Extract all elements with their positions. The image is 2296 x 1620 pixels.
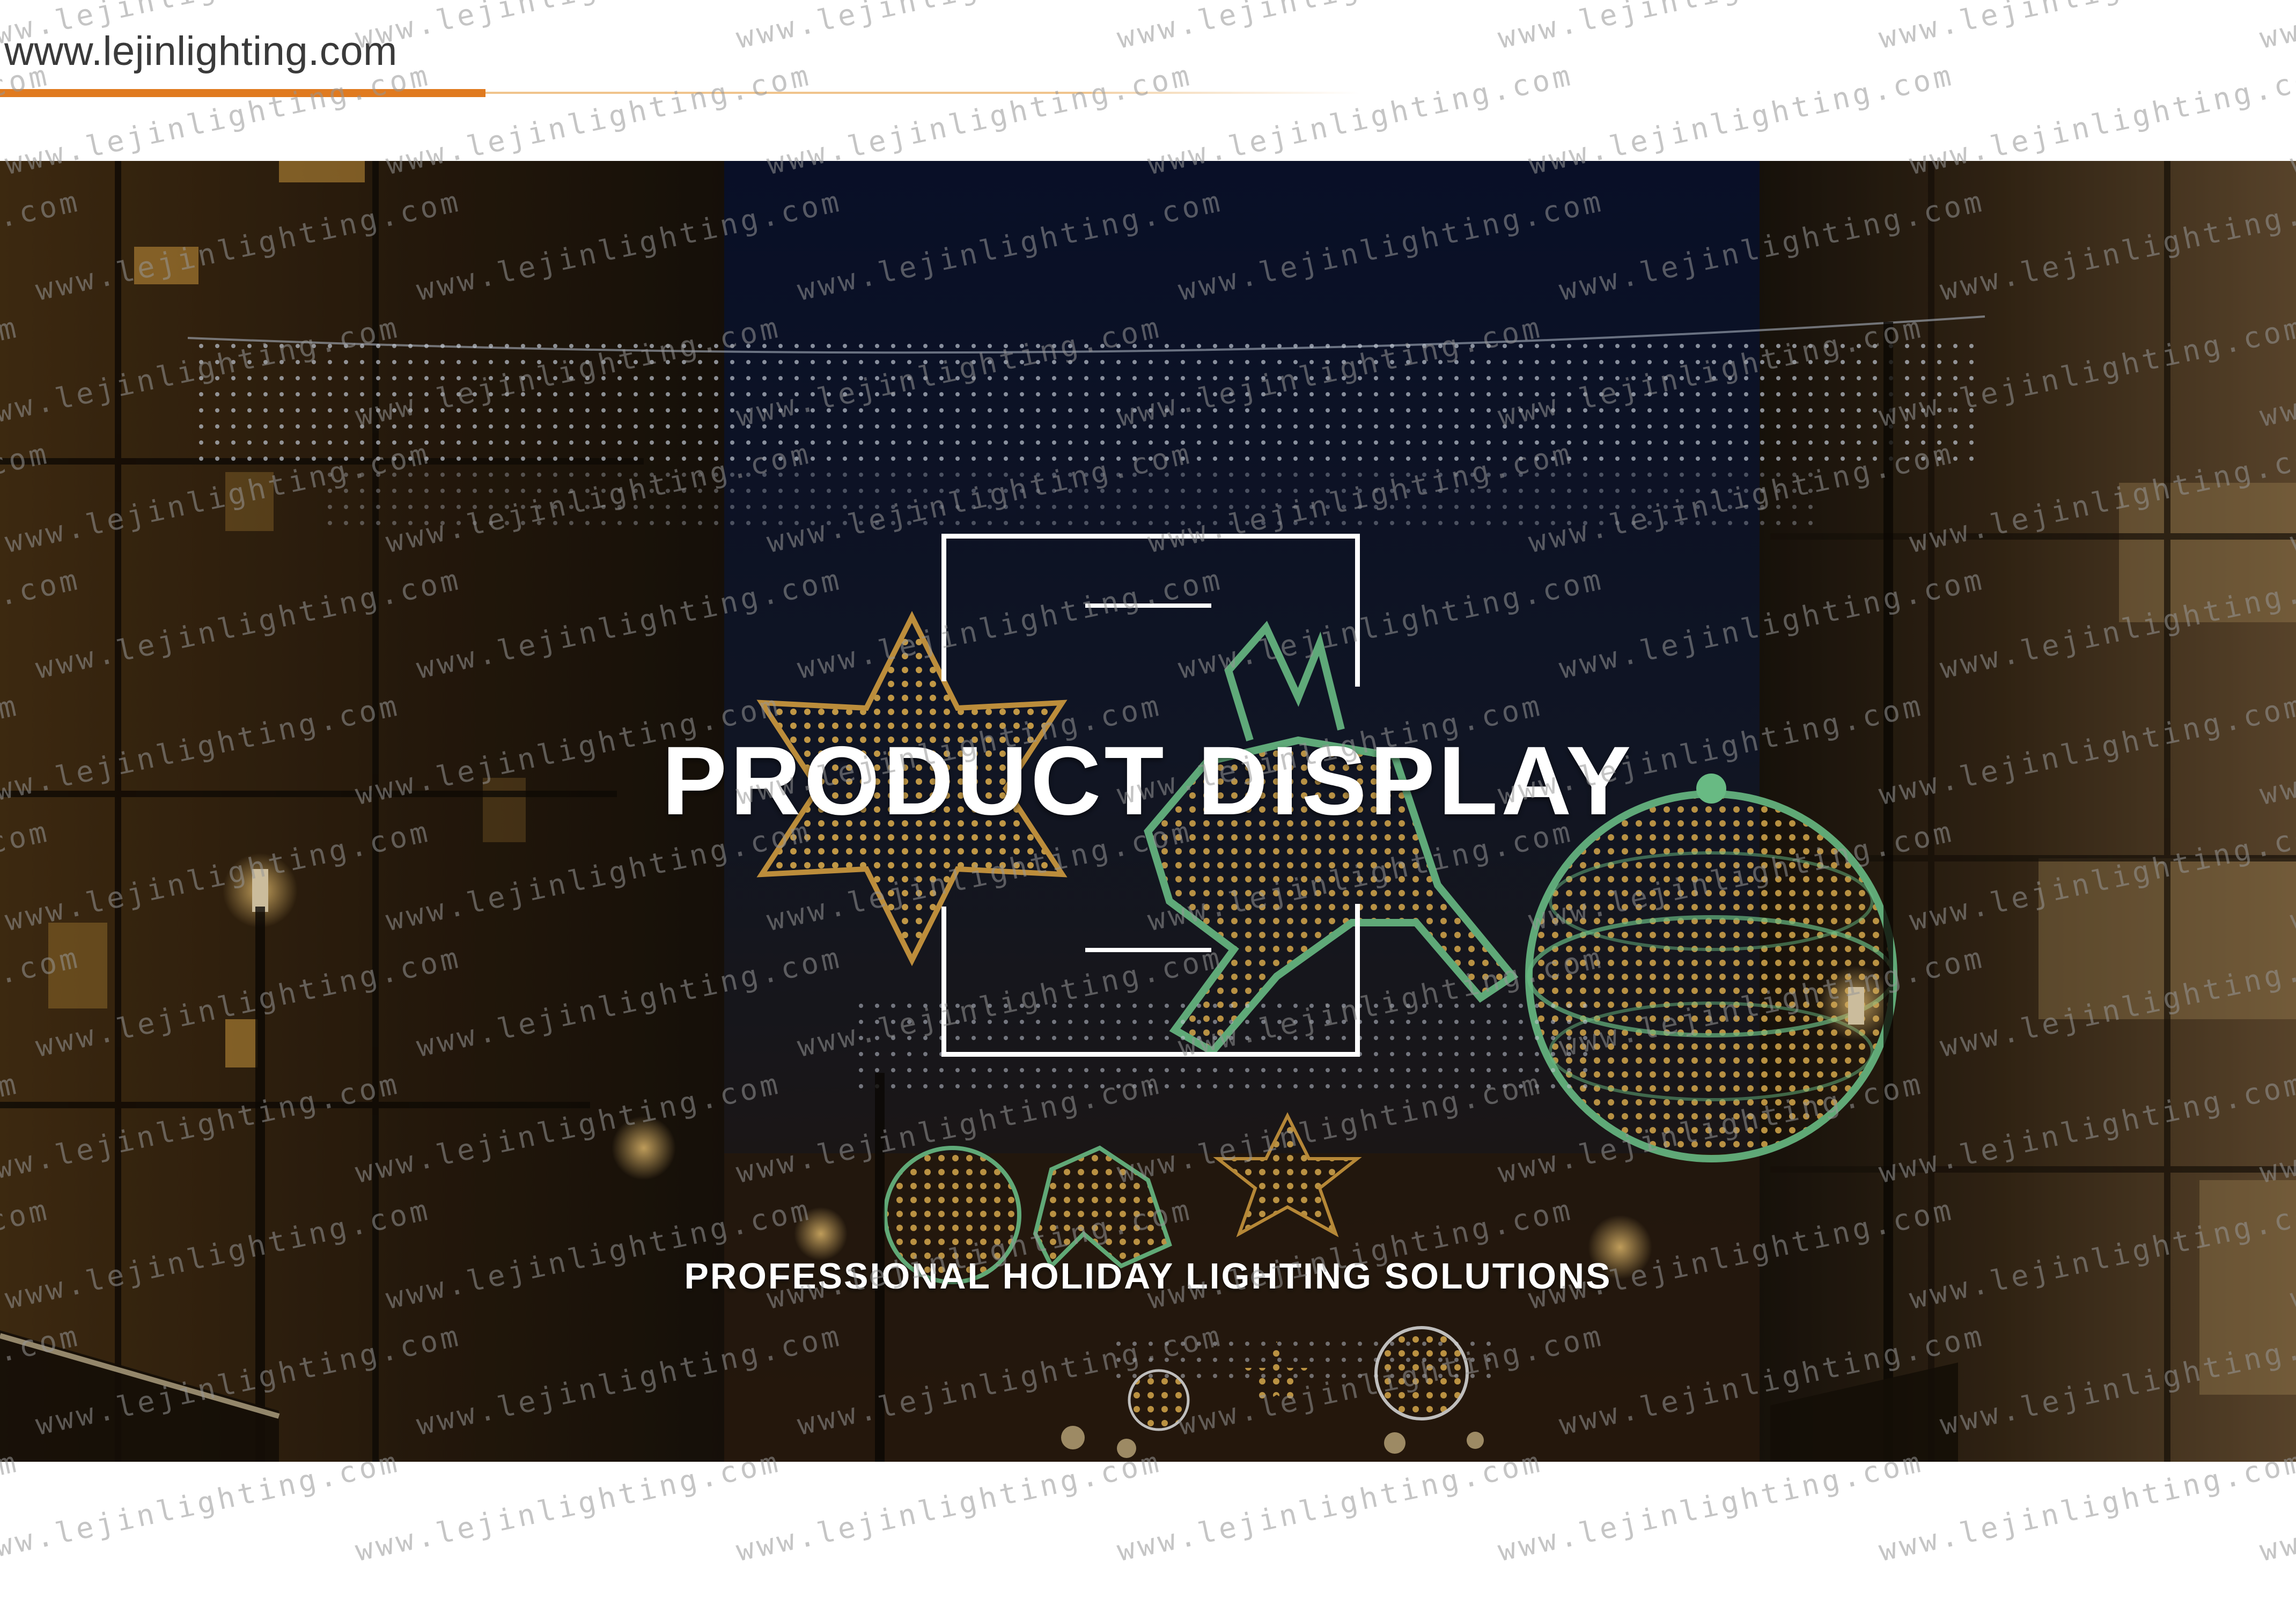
watermark-text: www.lejinlighting.com	[2256, 1445, 2296, 1568]
watermark-text: www.lejinlighting.com	[352, 1445, 784, 1568]
watermark-text: www.lejinlighting.com	[1875, 1445, 2296, 1568]
watermark-text: www.lejinlighting.com	[733, 1445, 1165, 1568]
header-url: www.lejinlighting.com	[4, 28, 398, 74]
frame-dash-bottom	[1085, 948, 1211, 952]
frame-right-lower	[1355, 904, 1360, 1057]
watermark-text: www.lejinlighting.com	[1495, 1445, 1927, 1568]
watermark-text: www.lejinlighting.com	[733, 0, 1165, 55]
watermark-text: www.lejinlighting.com	[2257, 0, 2296, 55]
frame-right-upper	[1355, 534, 1360, 687]
watermark-text: www.lejinlighting.com	[352, 0, 784, 55]
frame-left-upper	[941, 534, 946, 681]
watermark-text: www.lejinlighting.com	[0, 1445, 23, 1568]
watermark-text: www.lejinlighting.com	[1495, 0, 1926, 55]
watermark-text: www.lejinlighting.com	[1114, 0, 1546, 55]
frame-dash-top	[1085, 603, 1211, 608]
watermark-text: www.lejinlighting.com	[0, 1445, 403, 1568]
frame-bottom	[941, 1052, 1360, 1057]
header-rule-accent	[0, 89, 485, 97]
banner-subtitle: PROFESSIONAL HOLIDAY LIGHTING SOLUTIONS	[684, 1256, 1612, 1297]
header-rule-fade	[1092, 92, 1360, 94]
banner-title: PRODUCT DISPLAY	[661, 726, 1635, 835]
frame-top	[941, 534, 1360, 539]
header-rule-thin	[485, 92, 1092, 94]
watermark-text: www.lejinlighting.com	[1876, 0, 2296, 55]
watermark-text: www.lejinlighting.com	[1114, 1445, 1546, 1568]
frame-left-lower	[941, 907, 946, 1057]
